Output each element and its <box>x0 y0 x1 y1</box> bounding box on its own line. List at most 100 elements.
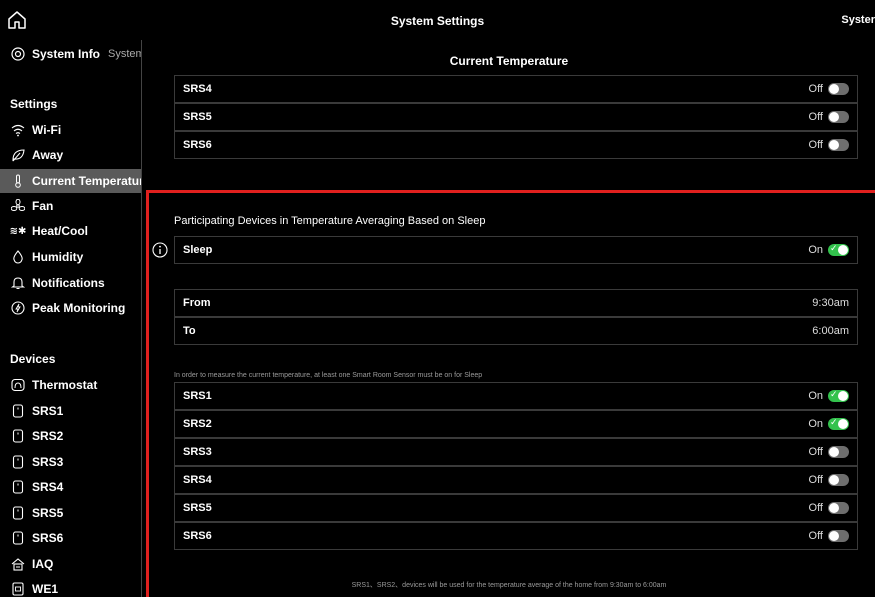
sidebar-item-iaq[interactable]: IAQ <box>0 552 141 576</box>
sidebar-item-fan[interactable]: Fan <box>0 194 141 218</box>
sensor-row-srs1[interactable]: SRS1 On ✓ <box>174 382 858 410</box>
to-row[interactable]: To 6:00am <box>174 317 858 345</box>
sensor-icon <box>10 454 26 470</box>
sidebar-item-we1[interactable]: WE1 <box>0 577 141 597</box>
row-label: Sleep <box>183 244 213 256</box>
sidebar-item-label: Heat/Cool <box>32 224 89 238</box>
sidebar-item-label: Notifications <box>32 276 105 290</box>
devices-heading: Devices <box>10 352 56 366</box>
sidebar-item-label: System Info <box>32 47 101 61</box>
sidebar-item-srs6[interactable]: SRS6 <box>0 526 141 550</box>
section-title: Current Temperature <box>449 54 569 68</box>
toggle-switch[interactable] <box>828 446 849 458</box>
toggle-switch[interactable] <box>828 111 849 123</box>
row-label: SRS1 <box>183 390 212 402</box>
sidebar-item-label: IAQ <box>32 557 54 571</box>
sidebar-item-peak-monitoring[interactable]: Peak Monitoring <box>0 296 141 320</box>
sensor-row-srs4[interactable]: SRS4 Off <box>174 466 858 494</box>
row-state: Off <box>808 111 823 123</box>
from-row[interactable]: From 9:30am <box>174 289 858 317</box>
sidebar: System Info System Settings Wi-Fi Away C… <box>0 40 142 597</box>
sidebar-item-srs1[interactable]: SRS1 <box>0 399 141 423</box>
sensor-row-srs6[interactable]: SRS6 Off <box>174 522 858 550</box>
sensor-row-srs2[interactable]: SRS2 On ✓ <box>174 410 858 438</box>
row-state: Off <box>808 474 823 486</box>
row-label: SRS6 <box>183 139 212 151</box>
top-row-srs6[interactable]: SRS6 Off <box>174 131 858 159</box>
row-state: Off <box>808 83 823 95</box>
sidebar-item-thermostat[interactable]: Thermostat <box>0 373 141 397</box>
requirement-note: In order to measure the current temperat… <box>174 372 483 379</box>
sidebar-item-srs4[interactable]: SRS4 <box>0 475 141 499</box>
bell-icon <box>10 275 26 291</box>
sleep-row[interactable]: Sleep On ✓ <box>174 236 858 264</box>
system-tab-label[interactable]: Syster <box>841 14 875 26</box>
target-icon <box>10 46 26 62</box>
participating-title: Participating Devices in Temperature Ave… <box>174 215 486 227</box>
toggle-switch[interactable] <box>828 139 849 151</box>
sidebar-item-label: Wi-Fi <box>32 123 62 137</box>
row-label: SRS3 <box>183 446 212 458</box>
fan-icon <box>10 198 26 214</box>
sensor-icon <box>10 403 26 419</box>
droplet-icon <box>10 249 26 265</box>
sidebar-item-label: Peak Monitoring <box>32 301 126 315</box>
sidebar-item-srs3[interactable]: SRS3 <box>0 450 141 474</box>
sidebar-item-wifi[interactable]: Wi-Fi <box>0 118 141 142</box>
row-state: Off <box>808 530 823 542</box>
sensor-row-srs3[interactable]: SRS3 Off <box>174 438 858 466</box>
top-row-srs5[interactable]: SRS5 Off <box>174 103 858 131</box>
thermostat-icon <box>10 377 26 393</box>
sidebar-item-srs5[interactable]: SRS5 <box>0 501 141 525</box>
sidebar-item-srs2[interactable]: SRS2 <box>0 424 141 448</box>
sidebar-item-label: SRS5 <box>32 506 64 520</box>
bolt-icon <box>10 300 26 316</box>
sidebar-item-notifications[interactable]: Notifications <box>0 271 141 295</box>
sidebar-item-label: SRS2 <box>32 429 64 443</box>
sensor-icon <box>10 530 26 546</box>
row-state: Off <box>808 446 823 458</box>
toggle-switch[interactable] <box>828 530 849 542</box>
row-state: Off <box>808 502 823 514</box>
top-bar: System Settings Syster <box>0 0 875 40</box>
row-label: SRS2 <box>183 418 212 430</box>
sidebar-item-away[interactable]: Away <box>0 143 141 167</box>
thermometer-icon <box>10 173 26 189</box>
sidebar-item-label: SRS6 <box>32 531 64 545</box>
toggle-switch[interactable] <box>828 502 849 514</box>
row-state: On <box>808 390 823 402</box>
iaq-icon <box>10 556 26 572</box>
toggle-switch[interactable] <box>828 83 849 95</box>
page-title: System Settings <box>390 14 485 28</box>
sidebar-item-system-info[interactable]: System Info System <box>0 42 142 66</box>
main-content: Current Temperature SRS4 Off SRS5 Off SR… <box>143 40 875 597</box>
sidebar-item-label: SRS3 <box>32 455 64 469</box>
sidebar-item-heat-cool[interactable]: ≋✱ Heat/Cool <box>0 219 141 243</box>
row-label: SRS5 <box>183 111 212 123</box>
sensor-row-srs5[interactable]: SRS5 Off <box>174 494 858 522</box>
toggle-switch[interactable] <box>828 474 849 486</box>
row-label: SRS5 <box>183 502 212 514</box>
we1-icon <box>10 581 26 597</box>
heat-cool-icon: ≋✱ <box>9 225 27 237</box>
sensor-icon <box>10 479 26 495</box>
row-label: From <box>183 297 211 309</box>
leaf-icon <box>10 147 26 163</box>
sidebar-item-label: Fan <box>32 199 54 213</box>
sidebar-item-label: WE1 <box>32 582 59 596</box>
top-row-srs4[interactable]: SRS4 Off <box>174 75 858 103</box>
sidebar-item-label: Away <box>32 148 64 162</box>
sidebar-item-current-temperature[interactable]: Current Temperature <box>0 169 142 193</box>
toggle-switch[interactable]: ✓ <box>828 243 849 256</box>
info-icon[interactable] <box>152 242 168 258</box>
row-label: SRS4 <box>183 474 212 486</box>
sidebar-item-humidity[interactable]: Humidity <box>0 245 141 269</box>
sidebar-item-label: Thermostat <box>32 378 98 392</box>
sidebar-item-label: Current Temperature <box>32 174 142 188</box>
from-time-value: 9:30am <box>812 297 849 309</box>
toggle-switch[interactable]: ✓ <box>828 417 849 430</box>
to-time-value: 6:00am <box>812 325 849 337</box>
toggle-switch[interactable]: ✓ <box>828 389 849 402</box>
row-state: On <box>808 244 823 256</box>
system-sub-label: System <box>108 48 142 60</box>
